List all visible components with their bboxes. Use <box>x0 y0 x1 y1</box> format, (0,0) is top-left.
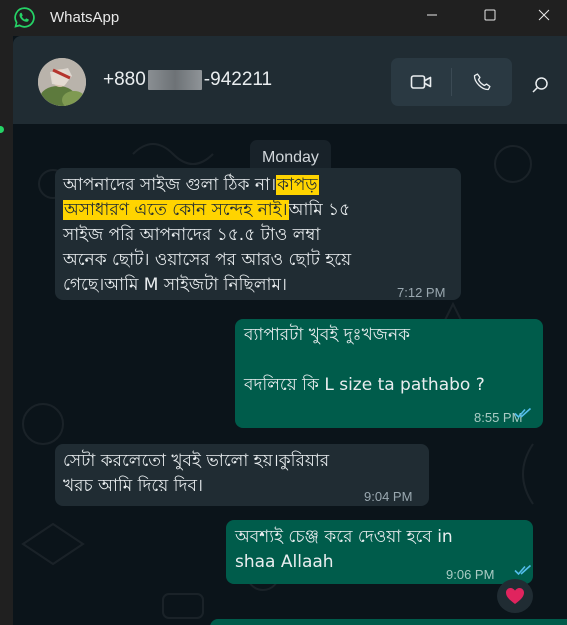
avatar-photo-icon <box>38 58 86 106</box>
redacted-number-block <box>147 70 202 90</box>
minimize-icon <box>427 14 437 16</box>
whatsapp-logo-icon <box>14 7 35 28</box>
voice-call-icon <box>473 73 491 91</box>
message-line: অনেক ছোট। ওয়াসের পর আরও ছোট হয়ে <box>63 250 352 270</box>
search-icon <box>532 77 548 93</box>
search-button[interactable] <box>525 70 555 100</box>
incoming-message-bubble[interactable]: আপনাদের সাইজ গুলা ঠিক না।কাপড় অসাধারণ এত… <box>55 168 461 300</box>
video-call-icon <box>410 75 432 89</box>
contact-number-suffix: -942211 <box>203 69 273 90</box>
close-button[interactable] <box>521 0 567 30</box>
message-line: shaa Allaah <box>235 552 334 572</box>
outgoing-message-bubble-partial[interactable] <box>210 619 567 625</box>
message-line: খরচ আমি দিয়ে দিব। <box>63 476 204 496</box>
outgoing-message-bubble[interactable]: ব্যাপারটা খুবই দুঃখজনক বদলিয়ে কি L size… <box>235 319 543 428</box>
close-icon <box>538 9 550 21</box>
message-timestamp: 9:06 PM <box>446 567 495 582</box>
chat-area[interactable]: Monday আপনাদের সাইজ গুলা ঠিক না।কাপড় অসা… <box>13 124 567 625</box>
app-title: WhatsApp <box>50 9 120 26</box>
video-call-button[interactable] <box>391 58 451 106</box>
message-line: আপনাদের সাইজ গুলা ঠিক না। <box>63 175 277 195</box>
sidebar-edge <box>0 36 13 625</box>
message-line: বদলিয়ে কি L size ta pathabo ? <box>244 375 485 395</box>
message-line: সাইজ পরি আপনাদের ১৫.৫ টাও লম্বা <box>63 225 321 245</box>
outgoing-message-bubble[interactable]: অবশ্যই চেঞ্জ করে দেওয়া হবে in shaa Alla… <box>226 520 533 584</box>
unread-indicator-dot <box>0 126 4 133</box>
contact-number-prefix: +880 <box>103 69 146 90</box>
call-button-group <box>391 58 512 106</box>
chat-header[interactable]: +880 -942211 <box>13 36 567 124</box>
message-timestamp: 7:12 PM <box>397 285 446 300</box>
highlighted-text: কাপড় <box>276 175 319 195</box>
double-check-read-icon <box>514 564 532 576</box>
message-line: ব্যাপারটা খুবই দুঃখজনক <box>244 325 411 345</box>
message-timestamp: 9:04 PM <box>364 489 413 504</box>
message-line: সেটা করলেতো খুবই ভালো হয়।কুরিয়ার <box>63 451 330 471</box>
maximize-icon <box>484 9 496 21</box>
message-line: আমি ১৫ <box>288 200 351 220</box>
incoming-message-bubble[interactable]: সেটা করলেতো খুবই ভালো হয়।কুরিয়ার খরচ আ… <box>55 444 429 506</box>
maximize-button[interactable] <box>467 0 513 30</box>
contact-name[interactable]: +880 -942211 <box>103 69 272 91</box>
message-reaction[interactable] <box>497 579 533 613</box>
minimize-button[interactable] <box>409 0 455 30</box>
title-bar: WhatsApp <box>0 0 567 36</box>
red-heart-icon <box>506 588 524 604</box>
voice-call-button[interactable] <box>452 58 512 106</box>
message-line: অবশ্যই চেঞ্জ করে দেওয়া হবে in <box>235 527 453 547</box>
double-check-read-icon <box>514 407 532 419</box>
highlighted-text: অসাধারণ এতে কোন সন্দেহ নাই। <box>63 200 289 220</box>
avatar[interactable] <box>38 58 86 106</box>
